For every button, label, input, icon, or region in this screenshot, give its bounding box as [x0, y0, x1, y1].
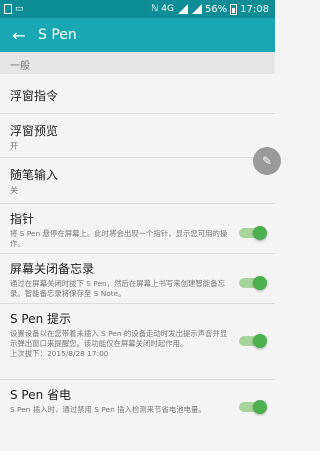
setting-description: S Pen 插入时，通过禁用 S Pen 插入检测来节省电池电量。: [10, 405, 206, 414]
setting-status: 开: [10, 142, 18, 151]
setting-description: 设置设备以在您带着未插入 S Pen 的设备走动时发出提示声音并显示弹出窗口来提…: [10, 329, 228, 348]
spen-power-saving-toggle[interactable]: [239, 400, 267, 414]
clock: 17:08: [240, 3, 269, 15]
setting-spen-alert[interactable]: S Pen 提示 设置设备以在您带着未插入 S Pen 的设备走动时发出提示声音…: [0, 304, 275, 380]
notification-icon: [4, 4, 12, 14]
setting-title: 浮窗预览: [10, 124, 59, 138]
setting-title: 随笔输入: [10, 168, 59, 182]
setting-screen-off-memo[interactable]: 屏幕关闭备忘录 通过在屏幕关闭时拔下 S Pen，然后在屏幕上书写来创建智能备忘…: [0, 254, 275, 304]
wifi-icon: [177, 4, 188, 14]
page-title: S Pen: [38, 27, 77, 43]
setting-pointer[interactable]: 指针 将 S Pen 悬停在屏幕上。此时将会出现一个指针，显示您可用的操作。: [0, 204, 275, 254]
setting-air-view[interactable]: 浮窗预览 开: [0, 114, 275, 158]
cast-icon: ▭: [15, 3, 24, 14]
setting-title: 浮窗指令: [10, 89, 59, 103]
signal-icon: [191, 4, 202, 14]
pencil-icon[interactable]: ✎: [253, 147, 281, 175]
pointer-toggle[interactable]: [239, 226, 267, 240]
status-bar: ▭ ℕ 4G 56% 17:08: [0, 0, 275, 18]
setting-title: S Pen 省电: [10, 388, 72, 402]
setting-description: 将 S Pen 悬停在屏幕上。此时将会出现一个指针，显示您可用的操作。: [10, 229, 228, 248]
network-type-label: 4G: [161, 3, 174, 14]
last-detached-time: 上次拔下：2015/8/28 17:00: [10, 349, 109, 358]
battery-icon: [230, 3, 238, 15]
setting-title: 屏幕关闭备忘录: [10, 262, 95, 276]
setting-spen-power-saving[interactable]: S Pen 省电 S Pen 插入时，通过禁用 S Pen 插入检测来节省电池电…: [0, 380, 275, 434]
section-header-general: 一般: [0, 52, 275, 74]
app-bar: ← S Pen: [0, 18, 275, 52]
setting-status: 关: [10, 186, 18, 195]
setting-title: S Pen 提示: [10, 312, 72, 326]
screen-off-memo-toggle[interactable]: [239, 276, 267, 290]
setting-description: 通过在屏幕关闭时拔下 S Pen，然后在屏幕上书写来创建智能备忘录。智能备忘录将…: [10, 279, 225, 298]
setting-direct-pen-input[interactable]: 随笔输入 关: [0, 158, 275, 204]
setting-title: 指针: [10, 212, 35, 226]
battery-percent: 56%: [204, 3, 228, 15]
arrow-left-icon[interactable]: ←: [8, 24, 30, 46]
nfc-icon: ℕ: [151, 3, 159, 14]
setting-air-command[interactable]: 浮窗指令: [0, 74, 275, 114]
spen-alert-toggle[interactable]: [239, 334, 267, 348]
